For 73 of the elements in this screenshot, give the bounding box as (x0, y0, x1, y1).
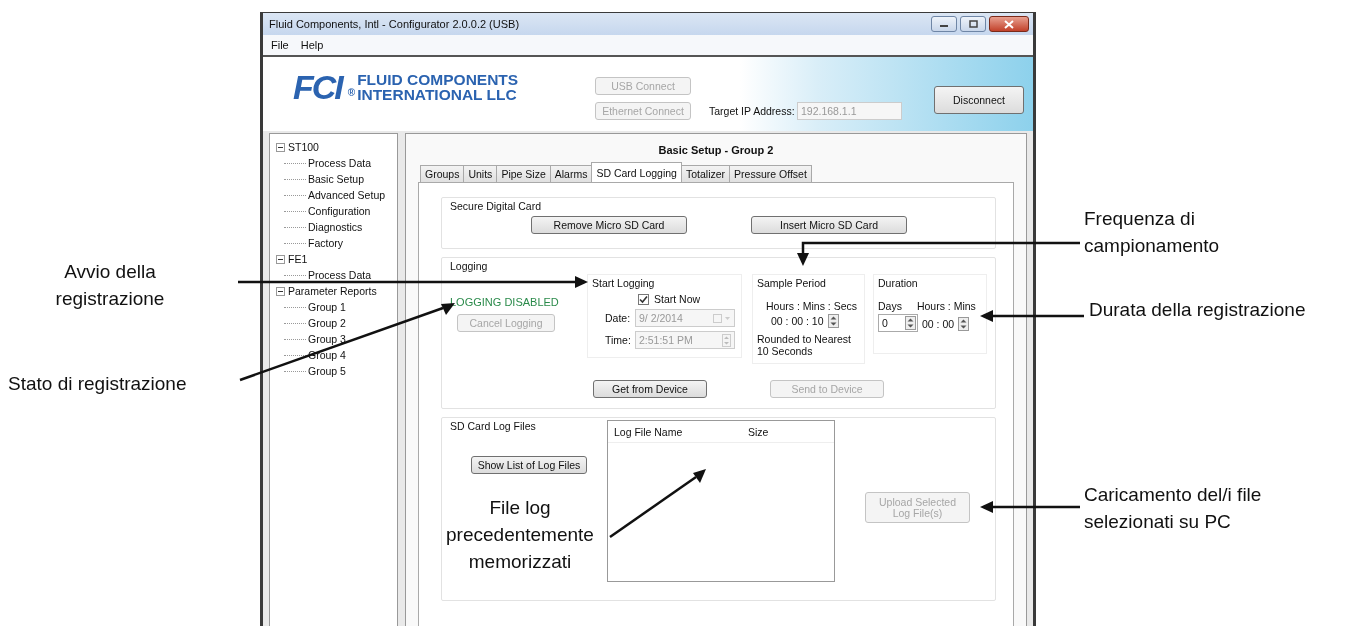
disconnect-button[interactable]: Disconnect (934, 86, 1024, 114)
units-label: Hours : Mins : Secs (765, 300, 859, 312)
panel-title: Basic Setup - Group 2 (657, 144, 775, 156)
collapse-icon[interactable] (276, 286, 285, 296)
tab[interactable]: Pipe Size (496, 165, 551, 182)
collapse-icon[interactable] (276, 142, 285, 152)
maximize-button[interactable] (960, 16, 986, 32)
note-text: Rounded to Nearest 10 Seconds (757, 333, 852, 357)
logo-mark: FCI (293, 70, 344, 104)
field-label: Time: (605, 334, 632, 346)
logo-text: INTERNATIONAL LLC (357, 87, 518, 102)
units-label: Hours : Mins (916, 300, 976, 312)
tree-item[interactable]: Diagnostics (308, 221, 363, 233)
callout-text: Stato di registrazione (8, 372, 188, 396)
ip-address-label: Target IP Address: (709, 105, 796, 117)
tab[interactable]: Units (463, 165, 498, 182)
column-header[interactable]: Size (748, 426, 769, 442)
tree-item[interactable]: Group 1 (308, 301, 346, 313)
sd-card-button[interactable]: Remove Micro SD Card (531, 216, 687, 234)
tree-item[interactable]: Process Data (308, 269, 372, 281)
tree-item[interactable]: Group 5 (308, 365, 346, 377)
callout-text: Frequenza di campionamento (1084, 207, 1221, 258)
show-log-files-button[interactable]: Show List of Log Files (471, 456, 587, 474)
column-header[interactable]: Log File Name (614, 426, 748, 442)
close-icon (1003, 19, 1015, 29)
window-title: Fluid Components, Intl - Configurator 2.0.0.2 (USB) (269, 18, 520, 30)
group-title: Duration (878, 277, 919, 289)
callout-text: File log precedentemente memorizzati (445, 496, 595, 574)
group-title: SD Card Log Files (450, 420, 536, 432)
tree-item[interactable]: ST100 (288, 141, 319, 153)
log-file-list[interactable]: Log File Name Size (607, 420, 835, 582)
hours-spinner[interactable]: 00 : 00 (922, 317, 970, 331)
tab[interactable]: Alarms (549, 165, 593, 182)
callout-text: Avvio della registrazione (54, 260, 166, 311)
tree-item[interactable]: FE1 (288, 253, 308, 265)
trademark-symbol: ® (347, 87, 356, 98)
tree-item[interactable]: Group 2 (308, 317, 346, 329)
close-button[interactable] (989, 16, 1029, 32)
days-spinner[interactable]: 0 (878, 314, 918, 332)
menu-item[interactable]: Help (300, 39, 324, 51)
sd-card-button[interactable]: Insert Micro SD Card (751, 216, 907, 234)
minimize-button[interactable] (931, 16, 957, 32)
tab[interactable]: Pressure Offset (729, 165, 812, 182)
tree-item[interactable]: Process Data (308, 157, 372, 169)
logging-status: LOGGING DISABLED (450, 296, 560, 308)
tree-item[interactable]: Configuration (308, 205, 371, 217)
tab[interactable]: SD Card Logging (591, 162, 682, 182)
tree-item[interactable]: Group 3 (308, 333, 346, 345)
tree-item[interactable]: Factory (308, 237, 343, 249)
spinner-arrows-icon[interactable] (827, 314, 839, 328)
tab[interactable]: Groups (420, 165, 465, 182)
sample-period-spinner[interactable]: 00 : 00 : 10 (757, 314, 860, 328)
tab[interactable]: Totalizer (680, 165, 731, 182)
tree-item[interactable]: Advanced Setup (308, 189, 386, 201)
group-title: Sample Period (757, 277, 827, 289)
field-label: Date: (605, 312, 632, 324)
checkbox-label: Start Now (654, 293, 701, 305)
units-label: Days (878, 300, 902, 312)
maximize-icon (967, 20, 979, 28)
spinner-arrows-icon[interactable] (905, 316, 916, 330)
callout-text: Durata della registrazione (1089, 298, 1307, 322)
collapse-icon[interactable] (276, 254, 285, 264)
tree-item[interactable]: Group 4 (308, 349, 346, 361)
group-title: Start Logging (592, 277, 656, 289)
callout-text: Caricamento del/i file selezionati su PC (1084, 483, 1263, 534)
tree-item[interactable]: Parameter Reports (288, 285, 377, 297)
device-button[interactable]: Get from Device (593, 380, 707, 398)
logo-text: FLUID COMPONENTS (357, 72, 519, 87)
tree-item[interactable]: Basic Setup (308, 173, 365, 185)
spinner-arrows-icon[interactable] (958, 317, 970, 331)
group-title: Secure Digital Card (450, 200, 542, 212)
group-title: Logging (450, 260, 488, 272)
menu-item[interactable]: File (271, 39, 289, 51)
